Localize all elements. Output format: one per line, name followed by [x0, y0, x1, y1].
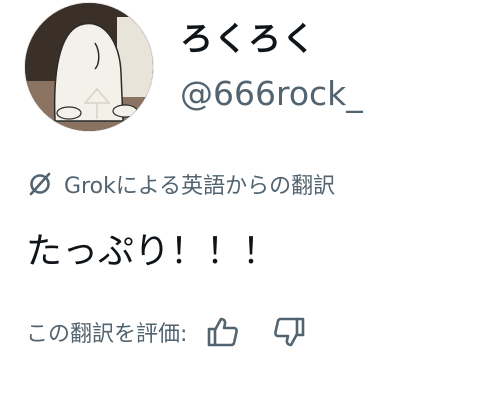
- profile-names: ろくろく @666rock_: [180, 17, 363, 117]
- thumbs-down-button[interactable]: [267, 310, 311, 354]
- thumbs-up-button[interactable]: [201, 310, 245, 354]
- thumbs-down-icon: [274, 317, 305, 347]
- profile-header: ろくろく @666rock_: [24, 2, 363, 132]
- user-handle[interactable]: @666rock_: [180, 71, 363, 117]
- thumbs-up-icon: [208, 317, 239, 347]
- translation-rating: この翻訳を評価:: [26, 310, 311, 354]
- translation-label[interactable]: Grokによる英語からの翻訳: [64, 168, 335, 200]
- avatar[interactable]: [24, 2, 154, 132]
- avatar-image: [25, 3, 153, 131]
- rating-label: この翻訳を評価:: [26, 322, 188, 347]
- translated-post: ろくろく @666rock_ Grokによる英語からの翻訳 たっぷり！！！ この…: [0, 0, 504, 398]
- display-name[interactable]: ろくろく: [180, 17, 363, 61]
- grok-icon: [26, 170, 54, 198]
- post-text: たっぷり！！！: [26, 231, 279, 272]
- translation-label-row: Grokによる英語からの翻訳: [26, 168, 335, 200]
